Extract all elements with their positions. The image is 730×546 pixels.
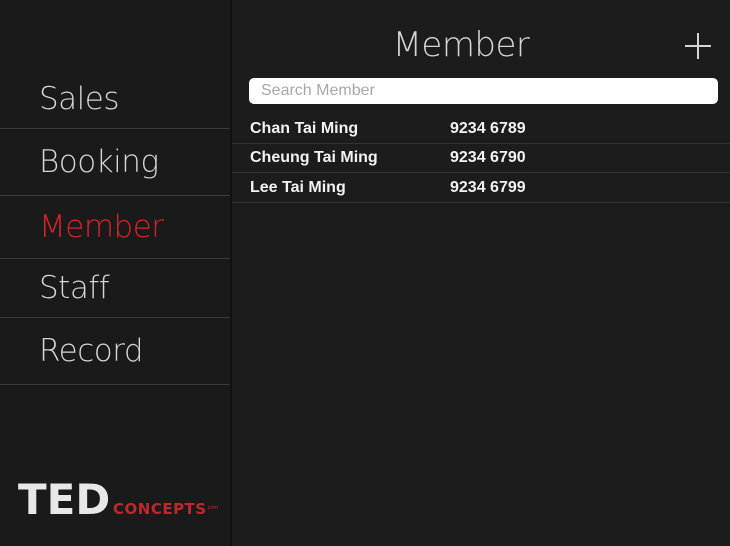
page-title: Member <box>392 25 530 65</box>
list-item[interactable]: Lee Tai Ming 9234 6799 <box>232 173 730 203</box>
sidebar-item-label: Sales <box>39 81 120 117</box>
member-phone: 9234 6799 <box>450 178 526 196</box>
member-name: Lee Tai Ming <box>250 178 346 196</box>
logo-primary-text: TED <box>18 475 111 524</box>
app-window: Sales Booking Member Staff Record TED CO… <box>0 0 730 546</box>
plus-icon <box>685 33 711 59</box>
sidebar-item-booking[interactable]: Booking <box>0 129 230 196</box>
list-item[interactable]: Chan Tai Ming 9234 6789 <box>232 115 730 144</box>
member-name: Chan Tai Ming <box>250 120 359 137</box>
sidebar-item-sales[interactable]: Sales <box>0 70 230 129</box>
sidebar-item-staff[interactable]: Staff <box>0 259 230 318</box>
logo-suffix-text: .com <box>206 505 219 511</box>
search-input[interactable] <box>249 78 718 104</box>
add-member-button[interactable] <box>680 28 716 64</box>
sidebar: Sales Booking Member Staff Record TED CO… <box>0 0 232 546</box>
sidebar-item-label: Booking <box>39 144 159 180</box>
list-item[interactable]: Cheung Tai Ming 9234 6790 <box>232 144 730 173</box>
sidebar-item-label: Member <box>39 209 164 245</box>
main-panel: Member Chan Tai Ming 9234 6789 Cheung Ta… <box>232 0 730 546</box>
sidebar-item-label: Staff <box>39 270 110 306</box>
brand-logo: TED CONCEPTS .com <box>18 478 218 522</box>
logo-secondary-text: CONCEPTS <box>113 500 207 518</box>
sidebar-item-label: Record <box>39 333 144 369</box>
member-phone: 9234 6789 <box>450 120 526 137</box>
search-field <box>249 78 718 104</box>
member-list: Chan Tai Ming 9234 6789 Cheung Tai Ming … <box>232 115 730 203</box>
sidebar-item-record[interactable]: Record <box>0 318 230 385</box>
sidebar-item-member[interactable]: Member <box>0 196 230 259</box>
member-name: Cheung Tai Ming <box>250 149 378 166</box>
member-phone: 9234 6790 <box>450 149 526 166</box>
sidebar-nav: Sales Booking Member Staff Record <box>0 70 230 385</box>
